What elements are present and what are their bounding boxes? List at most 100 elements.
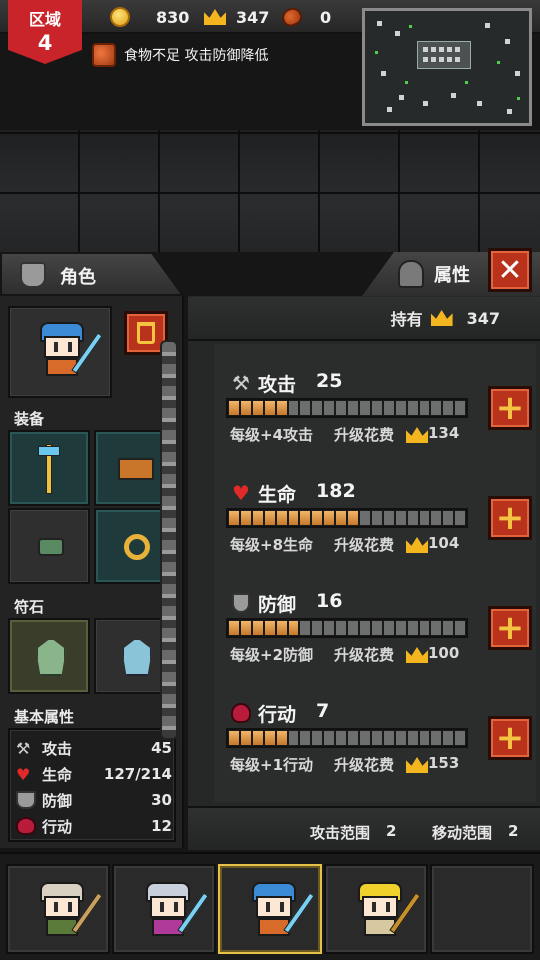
equip-slot-boots[interactable] [8,508,90,584]
attribute-row: ⚒ 攻击 25 每级+4攻击 升级花费 134 + [226,368,536,454]
bar-segment [455,731,466,745]
bar-segment [312,621,323,635]
hero-sprite [138,882,209,942]
base-stat-hp: ♥ 生命 127/214 [16,764,172,784]
bar-segment [288,401,299,415]
food-value: 0 [320,7,332,27]
bar-segment [324,511,335,525]
bar-segment [431,731,442,745]
bar-segment [371,401,382,415]
coin-icon [110,7,130,27]
attribute-name: 防御 [258,594,297,616]
attribute-row: 防御 16 每级+2防御 升级花费 100 + [226,588,536,674]
bar-segment [336,731,347,745]
attribute-name: 生命 [258,484,297,506]
upgrade-button[interactable]: + [488,606,532,650]
bar-segment [312,401,323,415]
heart-icon: ♥ [16,764,31,784]
bar-segment [229,731,239,745]
party-slot-2[interactable] [112,864,216,954]
bar-segment [383,731,394,745]
base-stats-label: 基本属性 [14,708,75,726]
character-title: 角色 [60,267,96,288]
party-slot-empty[interactable] [430,864,534,954]
crown-icon [406,757,428,773]
bar-segment [336,621,347,635]
crown-icon [430,310,453,326]
bar-segment [276,401,287,415]
party-slot-1[interactable] [6,864,110,954]
bar-segment [336,401,347,415]
equip-slot-weapon[interactable] [8,430,90,506]
level-bar [226,398,468,418]
cost-label: 升级花费 [334,426,395,444]
bar-segment [324,731,335,745]
bar-segment [407,621,418,635]
bar-segment [431,621,442,635]
bar-segment [407,401,418,415]
bar-segment [264,731,275,745]
party-slot-3[interactable] [218,864,322,954]
character-portrait[interactable] [8,306,112,398]
level-bar [226,618,468,638]
move-range-value: 2 [508,822,519,840]
base-stat-action: 行动 12 [16,814,172,838]
bar-segment [359,401,370,415]
upgrade-button[interactable]: + [488,386,532,430]
rune-gem-icon [36,638,66,676]
close-button[interactable]: ✕ [488,248,532,292]
holding-value: 347 [466,308,500,328]
bar-segment [455,511,466,525]
attribute-value: 182 [316,480,356,502]
plus-icon: + [495,608,525,648]
crown-icon [204,9,226,25]
bar-segment [288,621,299,635]
bar-segment [348,621,358,635]
minimap[interactable] [362,8,532,126]
crown-icon [406,537,428,553]
crown-icon [406,427,428,443]
dungeon-view [0,130,540,252]
heart-icon: ♥ [232,481,250,505]
rune-gem-icon [122,638,152,676]
bar-segment [455,621,466,635]
cost-label: 升级花费 [334,756,395,774]
holding-label: 持有 [390,310,423,329]
chain-decoration [160,340,178,740]
bar-segment [383,621,394,635]
base-stat-attack: ⚒ 攻击 45 [16,738,172,758]
bar-segment [229,401,239,415]
attribute-row: ♥ 生命 182 每级+8生命 升级花费 104 + [226,478,536,564]
per-level-text: 每级+4攻击 [230,426,314,444]
upgrade-button[interactable]: + [488,496,532,540]
coin-counter: 830 [110,6,189,28]
attribute-name: 行动 [258,704,297,726]
level-bar [226,728,468,748]
coin-value: 830 [156,7,190,27]
bar-segment [419,401,430,415]
base-stat-defense: 防御 30 [16,788,172,812]
bar-segment [443,401,454,415]
upgrade-button[interactable]: + [488,716,532,760]
bar-segment [348,401,358,415]
minimap-room [417,41,471,69]
tab-character[interactable]: 角色 [0,252,182,296]
armor-icon [20,262,46,288]
bar-segment [419,621,430,635]
bar-segment [252,731,263,745]
trash-icon [137,322,155,344]
close-icon: ✕ [497,252,523,288]
bar-segment [300,621,311,635]
rune-slot-1[interactable] [8,618,90,694]
bar-segment [300,731,311,745]
plus-icon: + [495,388,525,428]
cost-value: 134 [428,424,460,442]
bar-segment [288,511,299,525]
attributes-title: 属性 [434,265,470,286]
bar-segment [300,511,311,525]
alert-text: 食物不足 攻击防御降低 [124,48,269,64]
bar-segment [395,731,406,745]
party-slot-4[interactable] [324,864,428,954]
bar-segment [383,511,394,525]
boots-icon [38,538,64,556]
